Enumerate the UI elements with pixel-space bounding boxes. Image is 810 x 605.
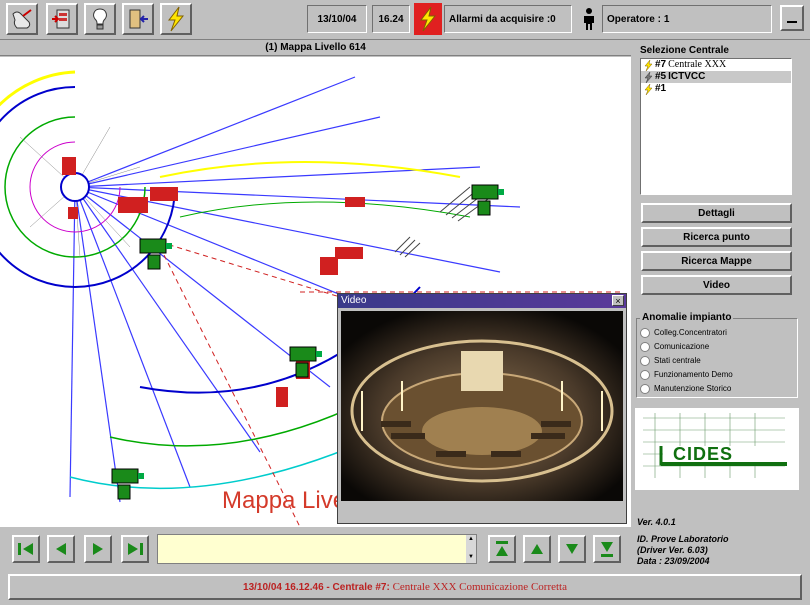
- camera-icon[interactable]: [139, 238, 172, 270]
- toolbar: 13/10/04 16.24 Allarmi da acquisire : 0 …: [0, 0, 810, 40]
- next-button[interactable]: [84, 535, 112, 563]
- centrale-item[interactable]: #5 ICTVCC: [641, 71, 791, 83]
- centrale-item-name: ICTVCC: [668, 71, 706, 82]
- centrale-item-prefix: #7: [655, 59, 667, 70]
- operator-label: Operatore :: [607, 13, 661, 25]
- skip-down-icon: [601, 542, 613, 557]
- scroll-bottom-button[interactable]: [593, 535, 621, 563]
- camera-icon[interactable]: [471, 184, 504, 216]
- exit-button[interactable]: [122, 3, 154, 35]
- logo-text: CIDES: [673, 444, 734, 464]
- date-display: 13/10/04: [307, 5, 367, 33]
- centrale-list[interactable]: #7 Centrale XXX #5 ICTVCC #1: [640, 58, 792, 195]
- anomalie-option-label: Stati centrale: [654, 356, 701, 365]
- panel-button[interactable]: [46, 3, 78, 35]
- scroll-top-button[interactable]: [488, 535, 516, 563]
- video-close-button[interactable]: ×: [612, 295, 624, 306]
- ricerca-mappe-button[interactable]: Ricerca Mappe: [641, 251, 792, 271]
- video-button[interactable]: Video: [641, 275, 792, 295]
- anomalie-option[interactable]: Funzionamento Demo: [640, 369, 733, 380]
- alarm-status: Allarmi da acquisire : 0: [444, 5, 572, 33]
- anomalie-option[interactable]: Manutenzione Storico: [640, 383, 731, 394]
- centrale-item-prefix: #5: [655, 71, 667, 82]
- logout-icon: [12, 9, 32, 29]
- lightning-icon: [644, 83, 653, 95]
- arrow-left-icon: [56, 543, 66, 555]
- status-message: Centrale XXX Comunicazione Corretta: [392, 581, 567, 593]
- lightbulb-button[interactable]: [84, 3, 116, 35]
- alarm-lightning-icon: [419, 6, 437, 32]
- status-prefix: 13/10/04 16.12.46 - Centrale #7:: [243, 581, 390, 593]
- alarm-button[interactable]: [414, 3, 442, 35]
- scroll-down-button[interactable]: [558, 535, 586, 563]
- anomalie-option-label: Manutenzione Storico: [654, 384, 732, 393]
- logout-button[interactable]: [6, 3, 38, 35]
- auditorium-image: [341, 311, 623, 501]
- message-scrollbar[interactable]: ▲ ▼: [466, 535, 476, 563]
- operator-status: Operatore : 1: [602, 5, 772, 33]
- lightning-button[interactable]: [160, 3, 192, 35]
- data-text: Data : 23/09/2004: [637, 556, 710, 566]
- anomalie-option[interactable]: Colleg.Concentratori: [640, 327, 727, 338]
- id-text: ID. Prove Laboratorio: [637, 534, 729, 544]
- radio-button[interactable]: [640, 341, 650, 352]
- centrale-item[interactable]: #7 Centrale XXX: [641, 59, 791, 71]
- video-titlebar[interactable]: Video ×: [338, 294, 626, 308]
- video-feed: [341, 311, 623, 501]
- skip-up-icon: [496, 541, 508, 556]
- skip-right-icon: [128, 543, 143, 555]
- lightning-icon: [644, 59, 653, 71]
- anomalie-option-label: Funzionamento Demo: [654, 370, 733, 379]
- lightning-icon: [167, 6, 185, 32]
- operator-value: 1: [663, 13, 670, 25]
- arrow-up-icon: [531, 544, 543, 554]
- anomalie-option-label: Colleg.Concentratori: [654, 328, 727, 337]
- cides-logo: CIDES: [635, 408, 799, 490]
- minimize-button[interactable]: [780, 5, 804, 31]
- arrow-down-icon: [566, 544, 578, 554]
- alarm-label: Allarmi da acquisire :: [449, 13, 551, 25]
- map-title: (1) Mappa Livello 614: [0, 40, 631, 56]
- anomalie-option[interactable]: Comunicazione: [640, 341, 709, 352]
- anomalie-option[interactable]: Stati centrale: [640, 355, 701, 366]
- first-button[interactable]: [12, 535, 40, 563]
- minimize-icon: [787, 21, 797, 23]
- time-display: 16.24: [372, 5, 410, 33]
- anomalie-option-label: Comunicazione: [654, 342, 710, 351]
- radio-button[interactable]: [640, 327, 650, 338]
- centrale-label: Selezione Centrale: [640, 45, 729, 56]
- lightning-icon: [644, 71, 653, 83]
- video-window[interactable]: Video ×: [337, 293, 627, 524]
- exit-door-icon: [129, 9, 148, 29]
- lightbulb-icon: [93, 8, 107, 30]
- operator-icon: [578, 5, 600, 33]
- dettagli-button[interactable]: Dettagli: [641, 203, 792, 223]
- map-caption: Mappa Live: [222, 487, 347, 514]
- centrale-item[interactable]: #1: [641, 83, 791, 95]
- message-area[interactable]: [157, 534, 477, 564]
- alarm-count: 0: [550, 13, 556, 25]
- radio-button[interactable]: [640, 355, 650, 366]
- anomalie-label: Anomalie impianto: [640, 312, 734, 323]
- ricerca-punto-button[interactable]: Ricerca punto: [641, 227, 792, 247]
- status-bar: 13/10/04 16.12.46 - Centrale #7: Central…: [8, 574, 802, 600]
- centrale-item-prefix: #1: [655, 83, 667, 94]
- version-text: Ver. 4.0.1: [637, 517, 676, 527]
- prev-button[interactable]: [47, 535, 75, 563]
- radio-button[interactable]: [640, 369, 650, 380]
- radio-button[interactable]: [640, 383, 650, 394]
- scroll-up-button[interactable]: [523, 535, 551, 563]
- arrow-right-icon: [93, 543, 103, 555]
- video-title: Video: [341, 295, 367, 306]
- driver-text: (Driver Ver. 6.03): [637, 545, 708, 555]
- skip-left-icon: [18, 543, 33, 555]
- camera-icon[interactable]: [111, 468, 144, 500]
- last-button[interactable]: [121, 535, 149, 563]
- panel-icon: [52, 9, 70, 29]
- centrale-item-name: Centrale XXX: [668, 59, 727, 70]
